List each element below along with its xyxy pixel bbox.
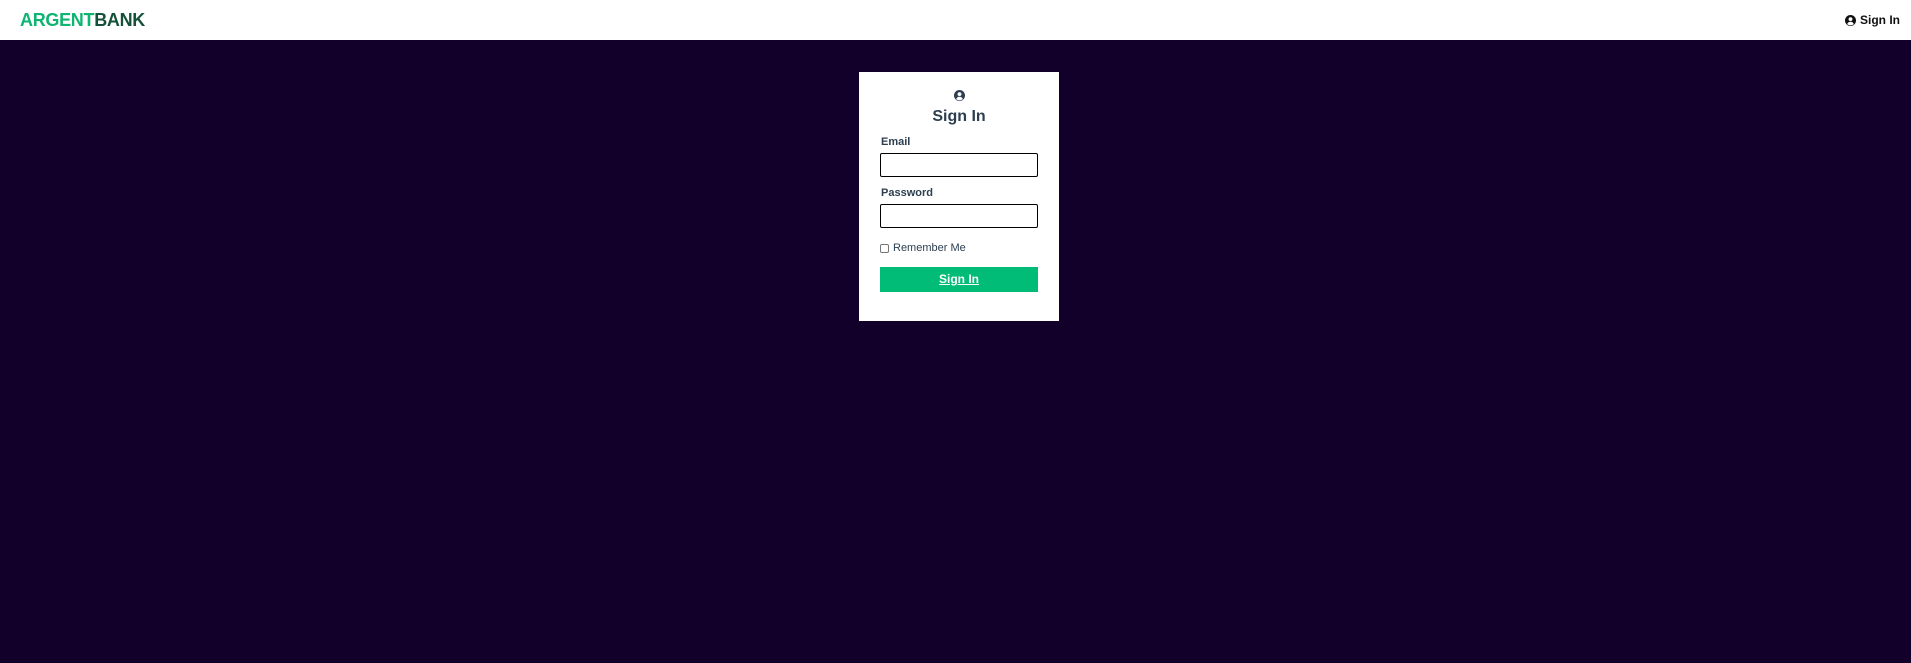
user-circle-icon [1845, 14, 1856, 26]
password-input[interactable] [880, 204, 1038, 228]
sign-in-title: Sign In [932, 108, 986, 125]
logo-text-argent: ARGENT [20, 10, 95, 30]
remember-me-label[interactable]: Remember Me [893, 242, 966, 254]
password-field-group: Password [880, 187, 1038, 228]
user-circle-icon [880, 90, 1038, 101]
email-label: Email [881, 136, 911, 148]
sign-in-button[interactable]: Sign In [880, 267, 1038, 292]
top-navbar: ARGENT BANK Sign In [0, 0, 1911, 40]
logo-text-bank: BANK [94, 10, 145, 30]
main-content: Sign In Email Password Remember Me Sign … [0, 40, 1911, 663]
password-label: Password [881, 187, 933, 199]
remember-me-row: Remember Me [880, 242, 1038, 254]
nav-sign-in-label: Sign In [1860, 13, 1900, 27]
remember-me-checkbox[interactable] [880, 243, 889, 253]
email-field-group: Email [880, 136, 1038, 177]
argentbank-logo[interactable]: ARGENT BANK [20, 11, 145, 29]
sign-in-card: Sign In Email Password Remember Me Sign … [859, 72, 1059, 321]
email-input[interactable] [880, 153, 1038, 177]
nav-sign-in-link[interactable]: Sign In [1845, 13, 1900, 27]
